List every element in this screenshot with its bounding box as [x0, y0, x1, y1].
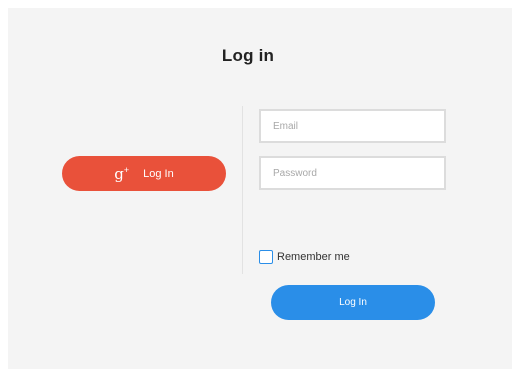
email-field[interactable]	[259, 109, 446, 143]
login-button[interactable]: Log In	[271, 285, 435, 320]
google-login-button[interactable]: g+ Log In	[62, 156, 226, 191]
page-title: Log in	[221, 46, 275, 65]
login-card: Log in g+ Log In Remember me Log In	[8, 8, 512, 369]
divider	[242, 106, 243, 274]
google-login-label: Log In	[143, 167, 174, 180]
remember-me[interactable]: Remember me	[259, 250, 350, 264]
google-plus-icon: g+	[114, 164, 130, 183]
remember-me-label: Remember me	[277, 251, 350, 263]
remember-me-checkbox[interactable]	[259, 250, 273, 264]
password-field[interactable]	[259, 156, 446, 190]
